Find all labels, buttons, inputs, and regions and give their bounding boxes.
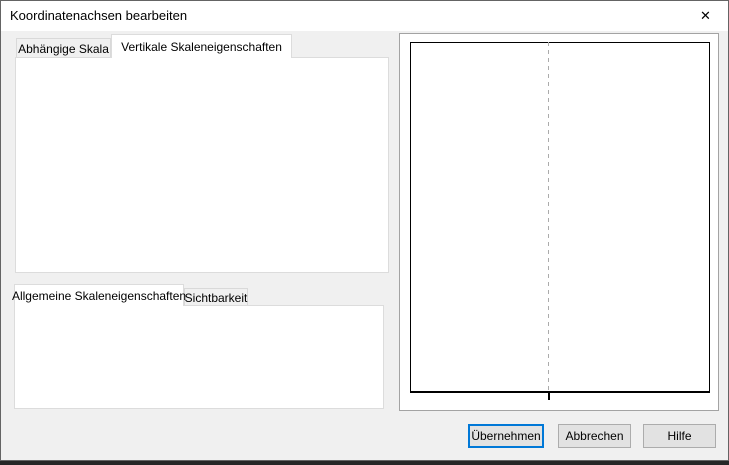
vertical-scale-tab-page	[15, 57, 389, 273]
general-scale-tab-page	[14, 305, 384, 409]
cancel-button[interactable]: Abbrechen	[558, 424, 631, 448]
apply-button[interactable]: Übernehmen	[468, 424, 544, 448]
tab-label: Allgemeine Skaleneigenschaften	[12, 289, 186, 303]
axis-preview-panel	[399, 33, 719, 411]
close-button[interactable]: ✕	[683, 1, 728, 31]
screen-background: Koordinatenachsen bearbeiten ✕ Abhängige…	[0, 0, 729, 465]
button-label: Übernehmen	[471, 429, 540, 443]
button-label: Abbrechen	[565, 429, 623, 443]
dialog-koordinatenachsen-bearbeiten: Koordinatenachsen bearbeiten ✕ Abhängige…	[0, 0, 729, 461]
dialog-title: Koordinatenachsen bearbeiten	[10, 8, 187, 23]
preview-plot-area	[410, 42, 710, 393]
preview-axis-tick	[548, 393, 550, 400]
button-label: Hilfe	[667, 429, 691, 443]
tab-sichtbarkeit[interactable]: Sichtbarkeit	[184, 288, 248, 306]
tab-abhaengige-skala[interactable]: Abhängige Skala	[16, 38, 111, 58]
tab-label: Abhängige Skala	[18, 42, 109, 56]
help-button[interactable]: Hilfe	[643, 424, 716, 448]
tab-label: Vertikale Skaleneigenschaften	[121, 40, 282, 54]
preview-axis-dashed-line	[548, 42, 549, 393]
close-icon: ✕	[700, 8, 711, 24]
title-bar: Koordinatenachsen bearbeiten ✕	[1, 1, 728, 31]
tab-label: Sichtbarkeit	[185, 291, 248, 305]
tab-vertikale-skaleneigenschaften[interactable]: Vertikale Skaleneigenschaften	[111, 34, 292, 58]
tab-allgemeine-skaleneigenschaften[interactable]: Allgemeine Skaleneigenschaften	[14, 284, 184, 306]
